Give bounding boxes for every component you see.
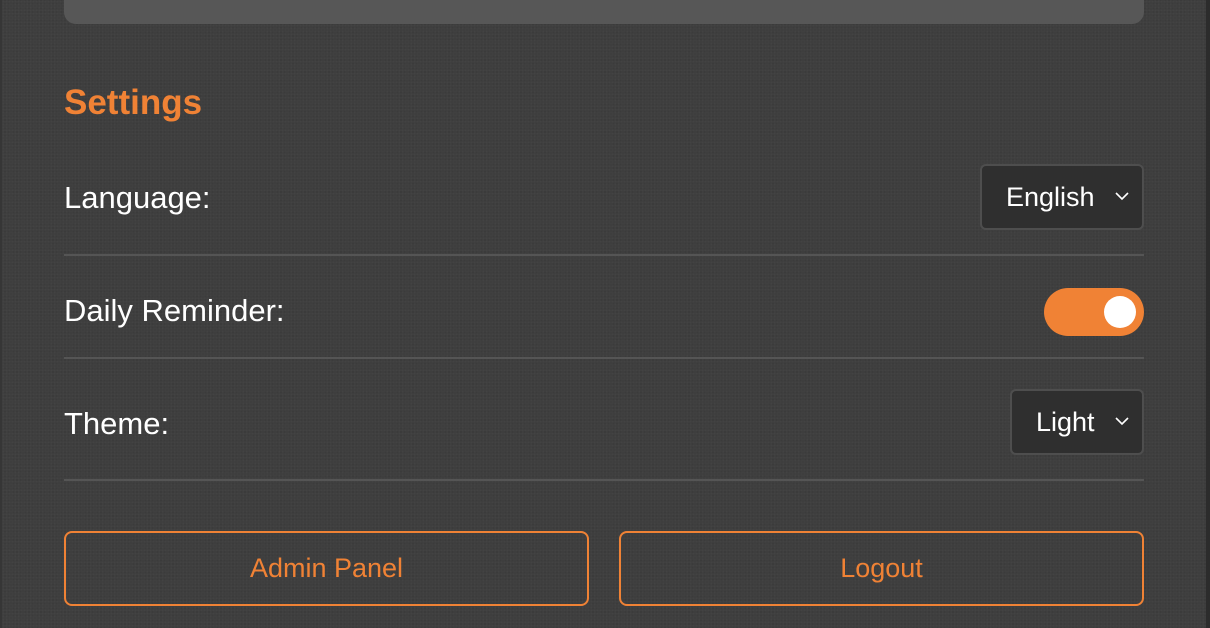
daily-reminder-toggle[interactable] [1044, 288, 1144, 336]
settings-title: Settings [64, 83, 203, 122]
settings-panel: Settings Language: English Daily Reminde… [0, 0, 1210, 628]
logout-button[interactable]: Logout [619, 531, 1144, 606]
theme-select[interactable]: Light [1010, 389, 1144, 455]
language-label: Language: [64, 180, 211, 215]
language-select-value: English [1006, 181, 1095, 212]
language-row: Language: English [64, 164, 1144, 256]
daily-reminder-label: Daily Reminder: [64, 293, 285, 328]
chevron-down-icon [1115, 192, 1129, 201]
top-card-edge [64, 0, 1144, 24]
toggle-knob [1104, 296, 1136, 328]
language-select[interactable]: English [980, 164, 1144, 230]
chevron-down-icon [1115, 417, 1129, 426]
theme-select-value: Light [1036, 406, 1095, 437]
admin-panel-button[interactable]: Admin Panel [64, 531, 589, 606]
theme-label: Theme: [64, 406, 170, 441]
theme-row: Theme: Light [64, 359, 1144, 481]
daily-reminder-row: Daily Reminder: [64, 256, 1144, 359]
